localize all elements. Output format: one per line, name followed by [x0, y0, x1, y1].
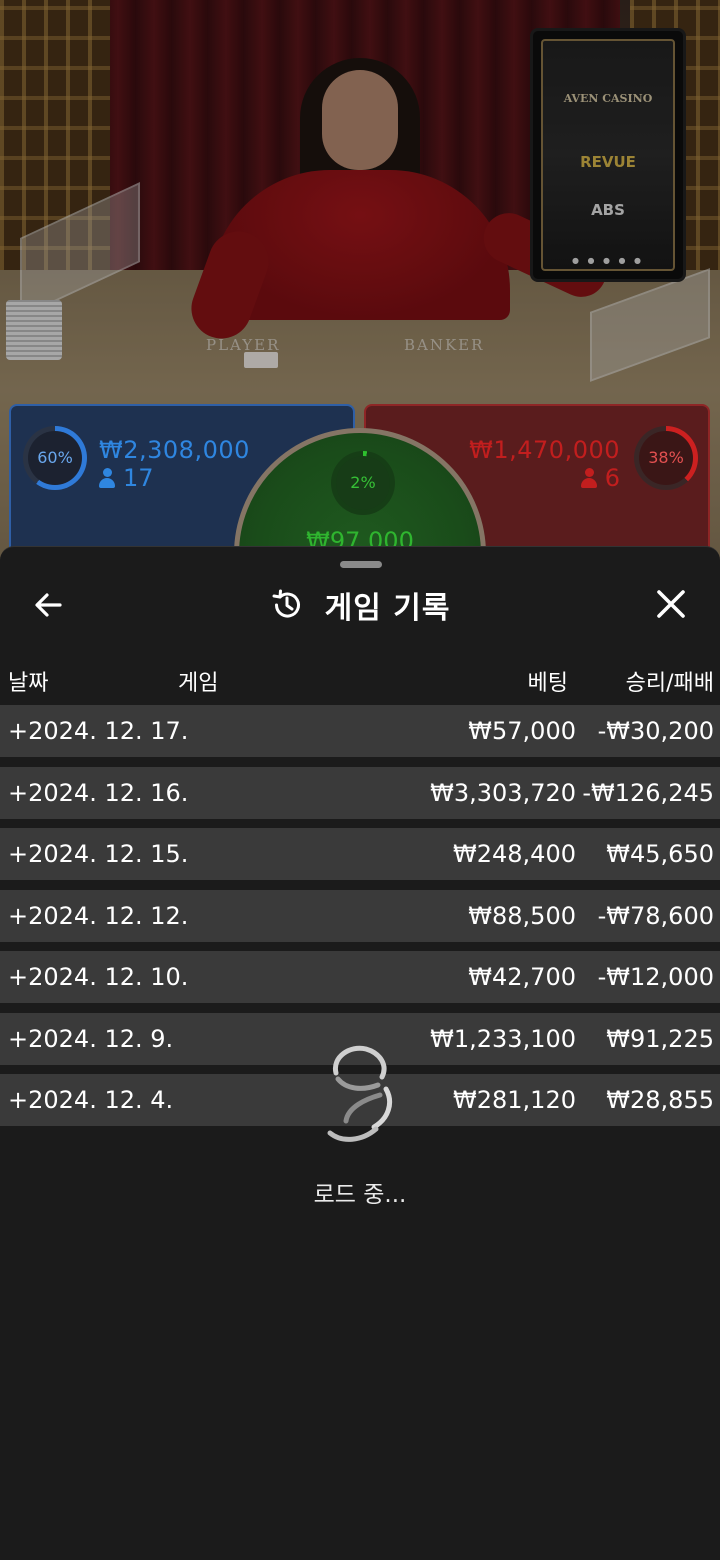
banker-bet-amount: ₩1,470,000: [469, 436, 620, 464]
row-bet: ₩248,400: [453, 840, 576, 868]
banker-percent-ring: 38%: [634, 426, 698, 490]
row-date: +2024. 12. 16.: [8, 778, 189, 807]
row-bet: ₩88,500: [468, 901, 576, 930]
tie-percent-ring: 2%: [331, 451, 395, 515]
tie-percent: 2%: [350, 473, 376, 492]
row-date: +2024. 12. 4.: [8, 1086, 174, 1114]
column-header-game: 게임: [178, 671, 219, 696]
player-percent: 60%: [37, 448, 73, 467]
person-icon: [580, 468, 597, 488]
row-bet: ₩3,303,720: [430, 778, 576, 807]
row-win-loss: ₩28,855: [606, 1086, 714, 1114]
row-win-loss: -₩12,000: [597, 963, 714, 991]
person-icon: [99, 468, 115, 488]
table-row[interactable]: +2024. 12. 15. ₩248,400 ₩45,650: [0, 828, 720, 880]
row-win-loss: -₩30,200: [597, 717, 714, 745]
page-title: 게임 기록: [324, 591, 451, 626]
loading-text: 로드 중...: [313, 1182, 407, 1208]
banker-percent: 38%: [648, 448, 684, 467]
table-row[interactable]: +2024. 12. 16. ₩3,303,720 -₩126,245: [0, 766, 720, 819]
table-row[interactable]: +2024. 12. 17. ₩57,000 -₩30,200: [0, 705, 720, 757]
row-win-loss: ₩45,650: [606, 840, 714, 868]
close-button[interactable]: [650, 585, 692, 625]
row-win-loss: ₩91,225: [606, 1024, 714, 1053]
row-date: +2024. 12. 15.: [8, 840, 189, 868]
row-date: +2024. 12. 10.: [8, 963, 189, 991]
close-icon: [657, 590, 685, 618]
row-win-loss: -₩126,245: [582, 778, 714, 807]
row-date: +2024. 12. 17.: [8, 717, 189, 745]
row-bet: ₩42,700: [468, 963, 576, 991]
column-header-date: 날짜: [8, 671, 49, 696]
player-bet-amount: ₩2,308,000: [99, 436, 250, 464]
table-row[interactable]: +2024. 12. 12. ₩88,500 -₩78,600: [0, 889, 720, 942]
banker-count: 6: [580, 464, 620, 492]
row-bet: ₩1,233,100: [430, 1024, 576, 1053]
row-bet: ₩281,120: [453, 1086, 576, 1114]
table-row[interactable]: +2024. 12. 10. ₩42,700 -₩12,000: [0, 951, 720, 1003]
row-win-loss: -₩78,600: [597, 901, 714, 930]
loading-spinner-icon: [322, 1043, 398, 1147]
player-count: 17: [99, 464, 154, 492]
game-history-sheet: 게임 기록 날짜 게임 베팅 승리/패배 +2024. 12. 17. ₩57,…: [0, 546, 720, 1560]
row-date: +2024. 12. 12.: [8, 901, 189, 930]
bet-statistics: 60% ₩2,308,000 17 38% ₩1,470,000 6 2% ₩9…: [0, 400, 720, 680]
player-percent-ring: 60%: [23, 426, 87, 490]
column-header-win-loss: 승리/패배: [625, 671, 714, 696]
row-date: +2024. 12. 9.: [8, 1024, 174, 1053]
sheet-drag-handle[interactable]: [340, 561, 382, 568]
history-icon: [270, 588, 304, 622]
column-header-bet: 베팅: [527, 671, 568, 696]
row-bet: ₩57,000: [468, 717, 576, 745]
sheet-header: 게임 기록: [0, 583, 720, 627]
